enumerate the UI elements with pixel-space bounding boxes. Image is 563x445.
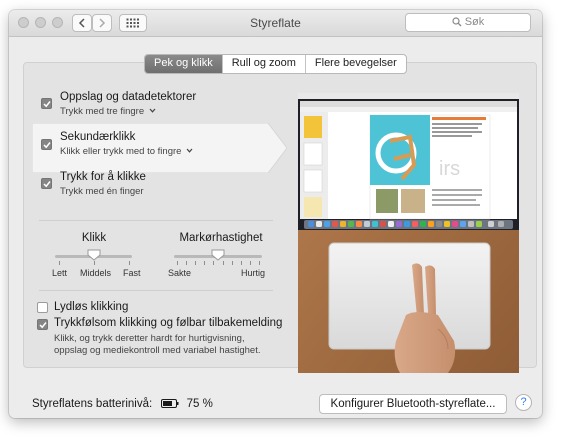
silent-clicking-label: Lydløs klikking <box>54 301 129 313</box>
svg-text:irs: irs <box>439 158 460 180</box>
lookup-title: Oppslag og datadetektorer <box>60 91 197 103</box>
configure-bluetooth-trackpad-button[interactable]: Konfigurer Bluetooth-styreflate... <box>319 394 507 414</box>
tracking-speed-label: Markørhastighet <box>179 232 263 244</box>
title-bar: Styreflate Søk <box>9 10 542 37</box>
battery-status: Styreflatens batterinivå: 75 % <box>32 398 213 410</box>
battery-label: Styreflatens batterinivå: <box>32 398 153 410</box>
chevron-down-icon <box>149 108 156 113</box>
tracking-label-fast: Hurtig <box>241 268 266 278</box>
tab-scroll-zoom[interactable]: Rull og zoom <box>223 55 306 73</box>
checkmark-icon <box>43 142 51 149</box>
force-click-label: Trykkfølsom klikking og følbar tilbakeme… <box>54 317 283 329</box>
lookup-menu[interactable]: Trykk med tre fingre <box>60 106 156 117</box>
tracking-tick <box>222 261 224 265</box>
force-click-description-1: Klikk, og trykk deretter hardt for hurti… <box>54 333 245 344</box>
divider <box>39 220 273 221</box>
gesture-preview-video: irs <box>298 93 519 373</box>
preferences-window: Styreflate Søk Pek og klikk Rull og zoom… <box>9 10 542 418</box>
chevron-down-icon <box>186 148 193 153</box>
tracking-tick <box>240 261 242 265</box>
tracking-tick <box>259 261 260 265</box>
tap-to-click-title: Trykk for å klikke <box>60 171 146 183</box>
secondary-click-title: Sekundærklikk <box>60 131 136 143</box>
tap-to-click-checkbox[interactable] <box>41 178 52 189</box>
battery-value: 75 % <box>186 398 213 410</box>
secondary-click-menu[interactable]: Klikk eller trykk med to fingre <box>60 146 193 157</box>
click-label-light: Lett <box>52 268 68 278</box>
trackpad-demo-illustration: irs <box>298 93 519 373</box>
tracking-tick <box>195 261 197 265</box>
click-label-firm: Fast <box>123 268 141 278</box>
tab-more-gestures[interactable]: Flere bevegelser <box>306 55 406 73</box>
lookup-checkbox[interactable] <box>41 98 52 109</box>
click-label-medium: Middels <box>80 268 112 278</box>
secondary-click-subtitle: Klikk eller trykk med to fingre <box>60 146 182 157</box>
battery-icon <box>161 399 179 408</box>
click-tick-medium <box>94 261 95 265</box>
checkmark-icon <box>43 181 51 188</box>
tracking-tick <box>213 261 215 265</box>
click-slider-label: Klikk <box>81 232 107 244</box>
tracking-tick <box>231 261 233 265</box>
secondary-click-checkbox[interactable] <box>41 139 52 150</box>
tap-to-click-subtitle: Trykk med én finger <box>60 186 144 197</box>
tracking-tick <box>204 261 206 265</box>
checkmark-icon <box>43 101 51 108</box>
tracking-tick <box>186 261 188 265</box>
lookup-subtitle: Trykk med tre fingre <box>60 106 145 117</box>
checkmark-icon <box>39 322 47 329</box>
tab-bar: Pek og klikk Rull og zoom Flere bevegels… <box>144 54 407 74</box>
force-click-checkbox[interactable] <box>37 319 48 330</box>
search-icon <box>452 17 462 27</box>
tracking-tick <box>249 261 251 265</box>
tracking-tick <box>177 261 178 265</box>
help-button[interactable]: ? <box>515 394 532 411</box>
click-tick-light <box>59 261 60 265</box>
click-tick-firm <box>129 261 130 265</box>
tracking-label-slow: Sakte <box>168 268 192 278</box>
silent-clicking-checkbox[interactable] <box>37 302 48 313</box>
search-field[interactable]: Søk <box>405 13 531 32</box>
tab-point-click[interactable]: Pek og klikk <box>145 55 223 73</box>
search-placeholder: Søk <box>464 16 485 28</box>
divider <box>39 290 273 291</box>
force-click-description-2: oppslag og mediekontroll med variabel ha… <box>54 345 261 356</box>
